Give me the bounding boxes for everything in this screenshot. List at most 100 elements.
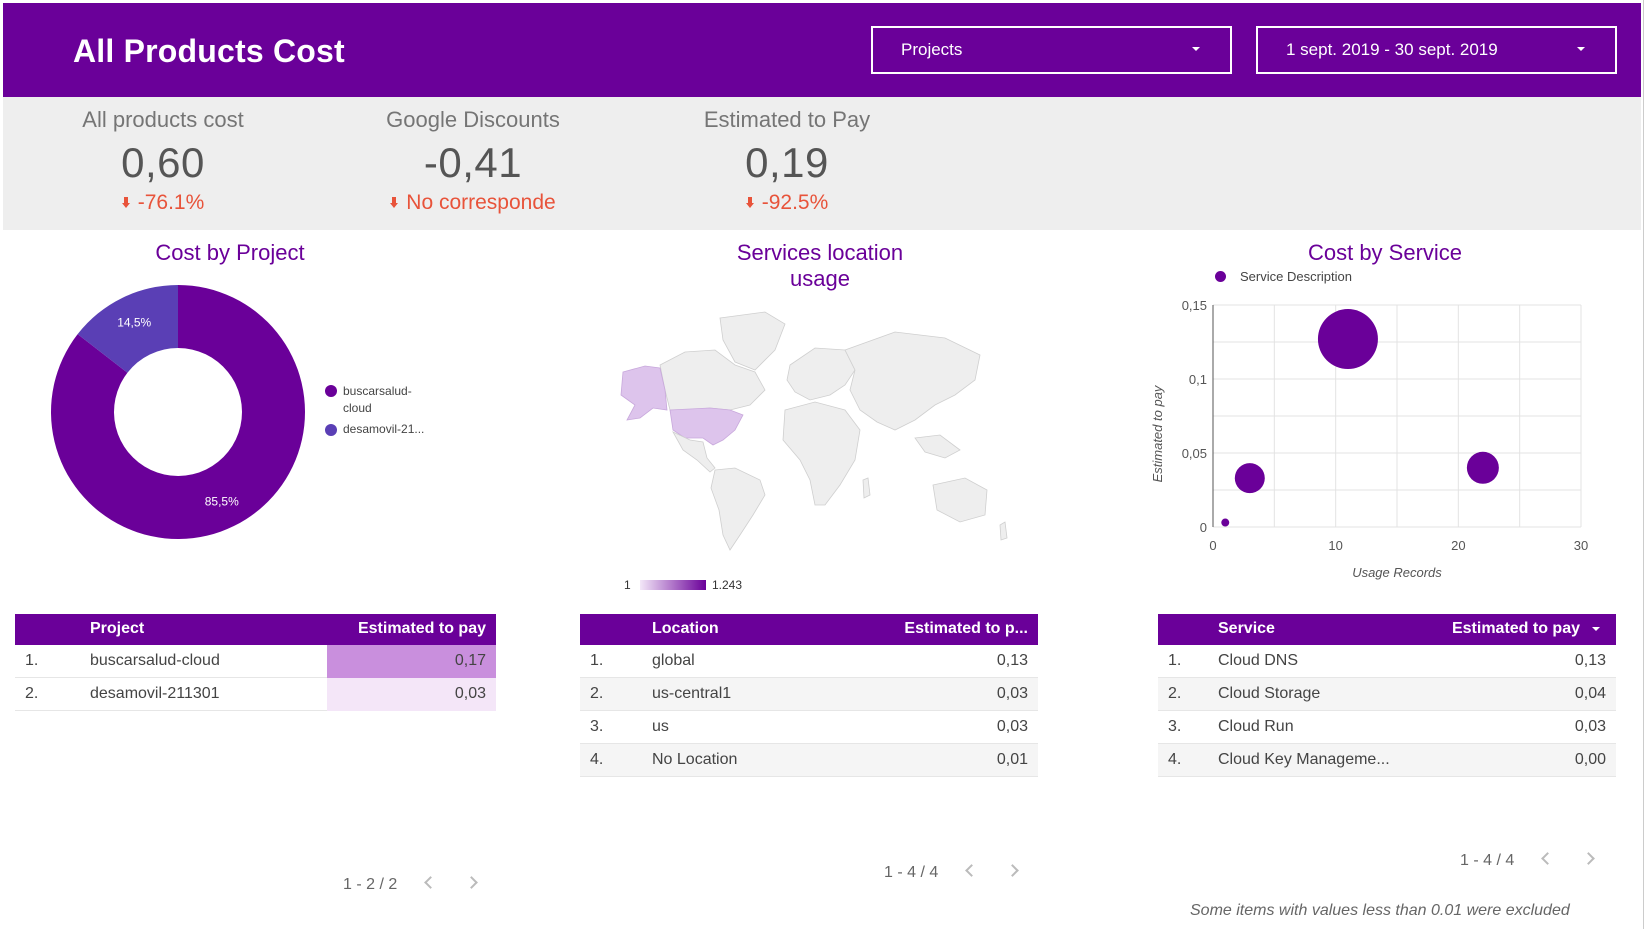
row-value-cell: 0,03: [327, 678, 496, 711]
exclusion-footnote: Some items with values less than 0.01 we…: [1190, 902, 1570, 919]
y-tick-label: 0,1: [1189, 372, 1207, 387]
table-row[interactable]: 1. buscarsalud-cloud 0,17: [15, 645, 496, 678]
projects-dropdown[interactable]: Projects: [871, 26, 1232, 74]
table-row[interactable]: 3. Cloud Run 0,03: [1158, 711, 1616, 744]
kpi-delta: -76.1%: [13, 191, 313, 215]
location-usage-title-line2: usage: [790, 266, 850, 291]
row-index: 2.: [590, 685, 604, 702]
column-header-project[interactable]: Project: [90, 620, 144, 638]
row-project: desamovil-211301: [90, 685, 220, 702]
table-row[interactable]: 1. global 0,13: [580, 645, 1038, 678]
service-table: Service Estimated to pay 1. Cloud DNS 0,…: [1158, 614, 1616, 777]
row-value: 0,04: [1574, 685, 1606, 702]
map-region-australia: [932, 477, 988, 523]
dashboard-page: All Products Cost Projects 1 sept. 2019 …: [0, 0, 1644, 929]
table-header: Location Estimated to p...: [580, 614, 1038, 645]
table-row[interactable]: 3. us 0,03: [580, 711, 1038, 744]
kpi-band: All products cost 0,60 -76.1% Google Dis…: [3, 97, 1641, 230]
table-row[interactable]: 4. No Location 0,01: [580, 744, 1038, 777]
chevron-left-icon[interactable]: [423, 876, 437, 889]
row-value: 0,03: [1574, 718, 1606, 735]
date-range-dropdown[interactable]: 1 sept. 2019 - 30 sept. 2019: [1256, 26, 1617, 74]
row-index: 1.: [590, 652, 604, 669]
row-value: 0,17: [454, 652, 486, 669]
map-region-asia: [844, 331, 981, 431]
location-table: Location Estimated to p... 1. global 0,1…: [580, 614, 1038, 777]
scatter-point-2[interactable]: [1466, 451, 1499, 484]
table-row[interactable]: 4. Cloud Key Manageme... 0,00: [1158, 744, 1616, 777]
column-header-service[interactable]: Service: [1218, 620, 1275, 638]
donut-slice-label-0: 85,5%: [205, 494, 239, 508]
chevron-right-icon[interactable]: [465, 876, 479, 889]
table-row[interactable]: 2. desamovil-211301 0,03: [15, 678, 496, 711]
legend-item-buscarsalud: buscarsalud- cloud: [343, 384, 412, 415]
project-table-pager: 1 - 2 / 2: [343, 876, 479, 894]
column-header-estimated[interactable]: Estimated to pay: [1452, 620, 1580, 638]
row-value: 0,13: [996, 652, 1028, 669]
map-region-africa: [782, 401, 861, 506]
table-row[interactable]: 1. Cloud DNS 0,13: [1158, 645, 1616, 678]
chevron-right-icon[interactable]: [1006, 864, 1020, 877]
kpi-label: Estimated to Pay: [703, 107, 871, 132]
x-tick-label: 20: [1451, 538, 1465, 553]
kpi-all-products-cost: All products cost 0,60 -76.1%: [13, 107, 313, 215]
kpi-google-discounts: Google Discounts -0,41 No corresponde: [323, 107, 623, 215]
map-region-europe: [786, 347, 856, 401]
pager-text: 1 - 4 / 4: [884, 864, 939, 881]
service-table-pager: 1 - 4 / 4: [1460, 852, 1596, 870]
x-tick-label: 30: [1574, 538, 1588, 553]
arrow-down-icon: [390, 197, 399, 209]
kpi-value: -0,41: [423, 139, 523, 186]
row-value: 0,00: [1574, 751, 1606, 768]
arrow-down-icon: [121, 197, 130, 209]
row-service: Cloud Run: [1218, 718, 1294, 735]
scatter-point-3[interactable]: [1221, 518, 1230, 527]
date-range-label: 1 sept. 2019 - 30 sept. 2019: [1286, 40, 1498, 59]
row-index: 3.: [1168, 718, 1182, 735]
legend-item-desamovil: desamovil-21...: [343, 422, 425, 436]
y-tick-label: 0,05: [1182, 446, 1207, 461]
page-title: All Products Cost: [73, 33, 345, 69]
column-header-estimated[interactable]: Estimated to pay: [358, 620, 486, 638]
chevron-right-icon[interactable]: [1582, 852, 1596, 865]
kpi-delta-text: No corresponde: [406, 191, 556, 214]
map-region-south-america: [710, 467, 766, 551]
kpi-delta: No corresponde: [323, 191, 623, 215]
arrow-down-icon: [745, 197, 754, 209]
row-index: 3.: [590, 718, 604, 735]
table-row[interactable]: 2. Cloud Storage 0,04: [1158, 678, 1616, 711]
chevron-left-icon[interactable]: [1540, 852, 1554, 865]
x-tick-label: 10: [1328, 538, 1342, 553]
sort-desc-icon[interactable]: [1592, 627, 1600, 631]
kpi-label: Google Discounts: [386, 107, 560, 132]
kpi-estimated-to-pay: Estimated to Pay 0,19 -92.5%: [637, 107, 937, 215]
chevron-left-icon[interactable]: [964, 864, 978, 877]
x-axis-label: Usage Records: [1352, 565, 1442, 580]
row-value: 0,03: [996, 685, 1028, 702]
column-header-estimated[interactable]: Estimated to p...: [904, 620, 1028, 638]
row-service: Cloud DNS: [1218, 652, 1299, 669]
table-row[interactable]: 2. us-central1 0,03: [580, 678, 1038, 711]
legend-dot-buscarsalud: [325, 385, 337, 397]
chevron-down-icon: [1577, 47, 1585, 51]
legend-dot-service: [1215, 271, 1226, 282]
row-location: No Location: [652, 751, 738, 768]
cost-by-project-title: Cost by Project: [155, 240, 305, 265]
map-scale-max: 1.243: [712, 578, 743, 592]
row-value: 0,03: [996, 718, 1028, 735]
header-bar: All Products Cost Projects 1 sept. 2019 …: [3, 3, 1641, 97]
row-index: 1.: [25, 652, 39, 669]
scatter-point-1[interactable]: [1234, 463, 1265, 494]
row-location: us-central1: [652, 685, 732, 702]
row-index: 4.: [1168, 751, 1182, 768]
row-index: 2.: [25, 685, 39, 702]
kpi-value: 0,60: [121, 139, 205, 186]
scatter-point-0[interactable]: [1317, 309, 1378, 370]
map-scale-min: 1: [624, 578, 631, 592]
map-color-scale: [640, 580, 706, 590]
cost-by-service-scatter-chart: 0 10 20 30 0 0,05 0,1 0,15 Usage Records Estimate…: [1150, 298, 1588, 580]
map-region-madagascar: [862, 477, 871, 499]
row-value: 0,03: [454, 685, 486, 702]
column-header-location[interactable]: Location: [652, 620, 719, 638]
world-map[interactable]: [615, 310, 1015, 570]
